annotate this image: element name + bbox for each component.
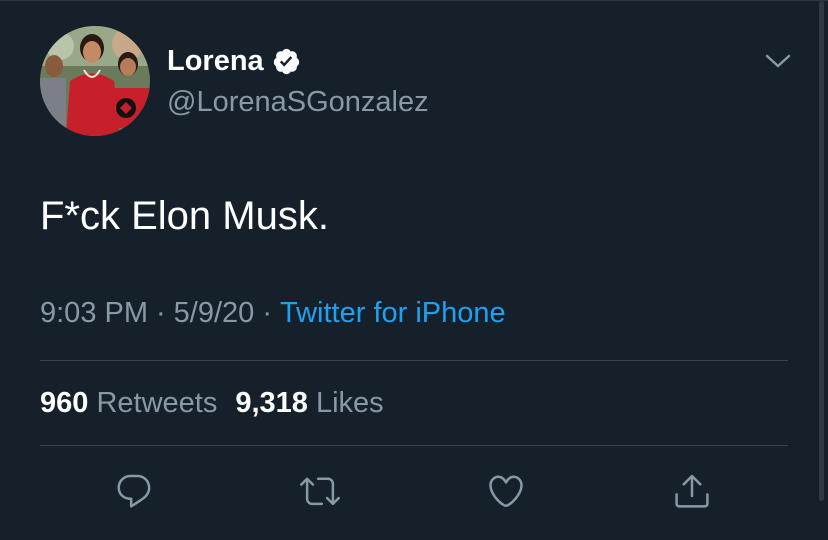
display-name[interactable]: Lorena xyxy=(167,43,301,79)
retweets-count: 960 xyxy=(40,387,89,419)
scrollbar[interactable] xyxy=(819,1,824,501)
tweet-time: 9:03 PM xyxy=(40,297,148,329)
likes-stat[interactable]: 9,318 Likes xyxy=(235,387,383,419)
heart-icon[interactable] xyxy=(486,471,526,511)
divider xyxy=(40,360,788,361)
divider xyxy=(40,445,788,446)
likes-label: Likes xyxy=(315,387,384,419)
user-handle[interactable]: @LorenaSGonzalez xyxy=(167,84,429,120)
display-name-text: Lorena xyxy=(167,45,264,77)
tweet-text: F*ck Elon Musk. xyxy=(40,194,329,238)
likes-count: 9,318 xyxy=(235,387,308,419)
meta-separator: · xyxy=(156,297,166,329)
share-icon[interactable] xyxy=(672,471,712,511)
tweet-date: 5/9/20 xyxy=(173,297,255,329)
verified-badge-icon xyxy=(273,48,299,74)
retweets-stat[interactable]: 960 Retweets xyxy=(40,387,217,419)
meta-separator: · xyxy=(262,297,272,329)
tweet-source-link[interactable]: Twitter for iPhone xyxy=(280,297,506,329)
retweets-label: Retweets xyxy=(96,387,218,419)
chevron-down-icon[interactable] xyxy=(764,51,792,71)
tweet-detail-view: Lorena @LorenaSGonzalez F*ck Elon Musk. … xyxy=(0,0,828,540)
avatar[interactable] xyxy=(40,26,150,136)
reply-icon[interactable] xyxy=(114,471,154,511)
tweet-stats: 960 Retweets 9,318 Likes xyxy=(40,385,384,421)
retweet-icon[interactable] xyxy=(300,471,340,511)
avatar-photo xyxy=(40,26,150,136)
tweet-metadata: 9:03 PM · 5/9/20 · Twitter for iPhone xyxy=(40,295,506,331)
